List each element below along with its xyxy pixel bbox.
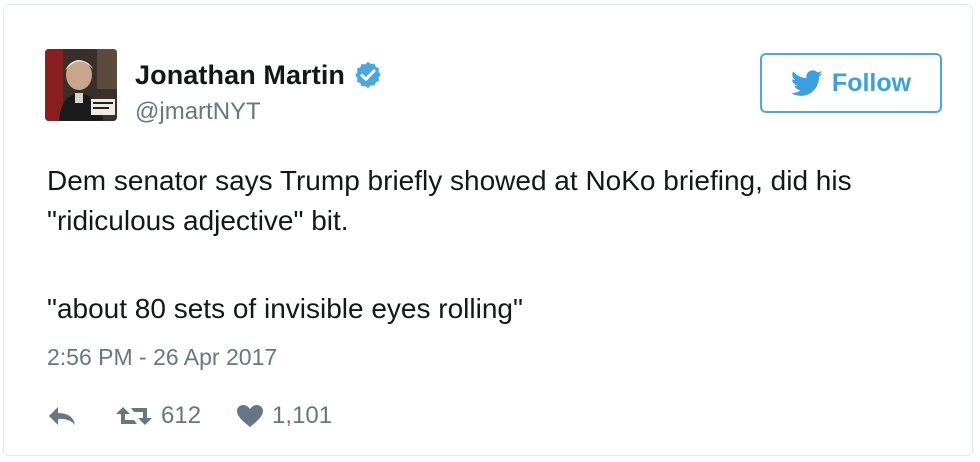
avatar[interactable] [45,49,117,121]
twitter-bird-icon [790,69,823,97]
reply-button[interactable] [47,404,77,428]
reply-icon [49,407,75,425]
verified-badge-icon [353,60,383,90]
follow-label: Follow [831,68,912,97]
author-display-name[interactable]: Jonathan Martin [135,60,345,91]
retweet-icon [116,407,152,425]
profile-photo-icon [45,49,117,121]
retweet-button[interactable]: 612 [115,402,201,430]
tweet-text: Dem senator says Trump briefly showed at… [47,161,927,329]
like-count: 1,101 [272,402,333,429]
embedded-tweet-card: Jonathan Martin @jmartNYT Follow Dem sen… [3,4,973,456]
author-name-row: Jonathan Martin [135,57,383,93]
author-handle[interactable]: @jmartNYT [135,98,261,126]
retweet-count: 612 [161,402,202,429]
tweet-paragraph: "about 80 sets of invisible eyes rolling… [47,293,523,324]
tweet-actions: 612 1,101 [47,398,332,434]
like-button[interactable]: 1,101 [236,402,332,430]
tweet-timestamp[interactable]: 2:56 PM - 26 Apr 2017 [47,344,277,371]
tweet-paragraph: Dem senator says Trump briefly showed at… [47,165,852,236]
follow-button[interactable]: Follow [760,53,942,113]
heart-icon [237,405,264,427]
